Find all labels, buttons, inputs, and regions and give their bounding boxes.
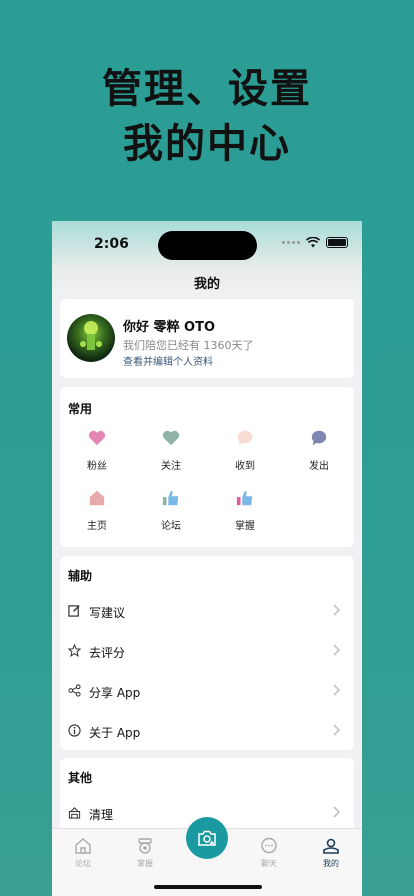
grid-item-received[interactable]: 收到: [208, 429, 282, 472]
grid-item-master[interactable]: 掌握: [208, 489, 282, 532]
info-icon: [68, 724, 81, 737]
common-section: 常用 粉丝 关注 收到 发出 主页 论坛 掌握: [60, 387, 354, 547]
profile-greeting: 你好 零粹 OTO: [123, 320, 216, 335]
hero-title: 管理、设置 我的中心: [0, 62, 414, 172]
row-rate[interactable]: 去评分: [60, 631, 354, 671]
chat-bubble-icon: [237, 430, 253, 446]
edit-icon: [68, 605, 80, 617]
chat-bubble-icon: [311, 430, 327, 446]
camera-icon: [198, 830, 216, 846]
grid-item-fans[interactable]: 粉丝: [60, 429, 134, 472]
section-title-assist: 辅助: [68, 569, 93, 583]
battery-icon: [326, 237, 348, 248]
chat-icon: [261, 837, 277, 854]
home-icon: [89, 490, 105, 506]
share-icon: [68, 684, 81, 697]
status-time: 2:06: [94, 236, 129, 252]
chevron-right-icon: [333, 604, 340, 616]
hero-line-2: 我的中心: [123, 121, 291, 167]
heart-icon: [162, 430, 180, 446]
clean-icon: [68, 807, 81, 819]
chevron-right-icon: [333, 684, 340, 696]
tab-mine[interactable]: 我的: [311, 837, 351, 869]
phone-screen: 2:06 我的 你好 零粹 OTO 我们陪您已经有 1360天了 查看并编辑个人…: [52, 221, 362, 896]
home-indicator: [154, 885, 262, 889]
tab-master[interactable]: 掌握: [125, 837, 165, 869]
chevron-right-icon: [333, 806, 340, 818]
thumbs-up-icon: [236, 490, 253, 506]
chevron-right-icon: [333, 644, 340, 656]
grid-item-homepage[interactable]: 主页: [60, 489, 134, 532]
thumbs-up-icon: [162, 490, 179, 506]
row-share-app[interactable]: 分享 App: [60, 671, 354, 711]
camera-button[interactable]: [186, 817, 228, 859]
tab-forum[interactable]: 论坛: [63, 837, 103, 869]
status-indicators: [282, 237, 348, 248]
dynamic-island: [158, 231, 257, 260]
tab-chat[interactable]: 聊天: [249, 837, 289, 869]
wifi-icon: [306, 237, 320, 248]
chevron-right-icon: [333, 724, 340, 736]
edit-profile-link[interactable]: 查看并编辑个人资料: [123, 353, 213, 368]
person-icon: [323, 838, 339, 854]
badge-icon: [138, 838, 152, 854]
cellular-icon: [282, 241, 300, 244]
assist-section: 辅助 写建议 去评分 分享 App 关于 App: [60, 556, 354, 750]
row-write-suggestion[interactable]: 写建议: [60, 591, 354, 631]
star-icon: [68, 644, 81, 657]
home-icon: [75, 838, 91, 854]
section-title-other: 其他: [68, 771, 93, 785]
row-about-app[interactable]: 关于 App: [60, 711, 354, 751]
avatar[interactable]: [67, 314, 115, 362]
grid-item-forum[interactable]: 论坛: [134, 489, 208, 532]
profile-card[interactable]: 你好 零粹 OTO 我们陪您已经有 1360天了 查看并编辑个人资料: [60, 299, 354, 378]
grid-item-following[interactable]: 关注: [134, 429, 208, 472]
grid-item-sent[interactable]: 发出: [282, 429, 356, 472]
hero-line-1: 管理、设置: [102, 66, 312, 112]
page-title: 我的: [193, 277, 220, 292]
section-title-common: 常用: [68, 402, 93, 416]
profile-days: 我们陪您已经有 1360天了: [123, 339, 254, 352]
heart-icon: [88, 430, 106, 446]
